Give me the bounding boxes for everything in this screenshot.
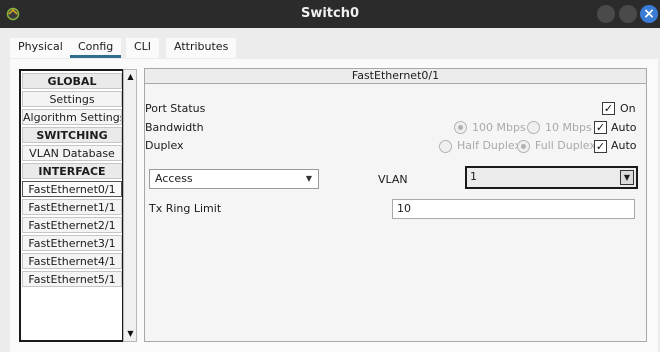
port-status-on-checkbox[interactable]: ✓: [602, 102, 615, 115]
bandwidth-auto-checkbox[interactable]: ✓: [594, 121, 607, 134]
duplex-label: Duplex: [145, 139, 184, 152]
sidebar-item-fastethernet4-1[interactable]: FastEthernet4/1: [22, 253, 122, 269]
sidebar-item-vlan-database[interactable]: VLAN Database: [22, 145, 122, 161]
sidebar-header-global: GLOBAL: [22, 73, 122, 89]
sidebar-scrollbar[interactable]: ▲ ▼: [123, 69, 137, 342]
bandwidth-label: Bandwidth: [145, 121, 204, 134]
sidebar-header-interface: INTERFACE: [22, 163, 122, 179]
tab-attributes[interactable]: Attributes: [166, 38, 237, 58]
duplex-auto-label: Auto: [611, 139, 637, 152]
tab-cli[interactable]: CLI: [126, 38, 160, 58]
bandwidth-auto-label: Auto: [611, 121, 637, 134]
sidebar-item-fastethernet0-1[interactable]: FastEthernet0/1: [22, 181, 122, 197]
close-button[interactable]: ×: [640, 5, 658, 23]
window-titlebar: Switch0 ×: [0, 0, 660, 28]
duplex-half-radio[interactable]: [439, 140, 452, 153]
duplex-full-radio[interactable]: [517, 140, 530, 153]
window-title: Switch0: [300, 6, 360, 21]
bandwidth-100mbps-label: 100 Mbps: [472, 121, 526, 134]
tx-ring-limit-input[interactable]: 10: [392, 199, 635, 219]
sidebar-item-fastethernet2-1[interactable]: FastEthernet2/1: [22, 217, 122, 233]
panel-title: FastEthernet0/1: [145, 69, 646, 84]
port-status-on-label: On: [620, 102, 636, 115]
interface-panel: FastEthernet0/1 Port Status ✓ On Bandwid…: [144, 68, 647, 342]
port-mode-value: Access: [155, 172, 193, 185]
vlan-dropdown-icon[interactable]: ▼: [620, 170, 634, 185]
sidebar-item-settings[interactable]: Settings: [22, 91, 122, 107]
vlan-label: VLAN: [378, 173, 408, 186]
minimize-button[interactable]: [597, 5, 615, 23]
vlan-value: 1: [470, 170, 477, 183]
sidebar-item-fastethernet1-1[interactable]: FastEthernet1/1: [22, 199, 122, 215]
duplex-half-label: Half Duplex: [457, 139, 522, 152]
maximize-button[interactable]: [619, 5, 637, 23]
tab-physical[interactable]: Physical: [10, 38, 71, 58]
bandwidth-10mbps-label: 10 Mbps: [545, 121, 592, 134]
duplex-auto-checkbox[interactable]: ✓: [594, 140, 607, 153]
vlan-select[interactable]: 1 ▼: [465, 166, 638, 189]
sidebar-item-algorithm-settings[interactable]: Algorithm Settings: [22, 109, 122, 125]
scroll-up-icon[interactable]: ▲: [125, 71, 136, 82]
scroll-down-icon[interactable]: ▼: [125, 328, 136, 339]
close-icon: ×: [643, 6, 655, 22]
sidebar-header-switching: SWITCHING: [22, 127, 122, 143]
port-status-label: Port Status: [145, 102, 206, 115]
tx-ring-limit-label: Tx Ring Limit: [149, 202, 222, 215]
sidebar-item-fastethernet5-1[interactable]: FastEthernet5/1: [22, 271, 122, 287]
chevron-down-icon: ▼: [305, 174, 312, 183]
port-mode-select[interactable]: Access ▼: [149, 169, 319, 189]
bandwidth-10mbps-radio[interactable]: [527, 121, 540, 134]
bandwidth-100mbps-radio[interactable]: [454, 121, 467, 134]
sidebar-list: GLOBAL Settings Algorithm Settings SWITC…: [19, 69, 124, 342]
tab-config[interactable]: Config: [70, 38, 122, 58]
sidebar-item-fastethernet3-1[interactable]: FastEthernet3/1: [22, 235, 122, 251]
duplex-full-label: Full Duplex: [535, 139, 596, 152]
